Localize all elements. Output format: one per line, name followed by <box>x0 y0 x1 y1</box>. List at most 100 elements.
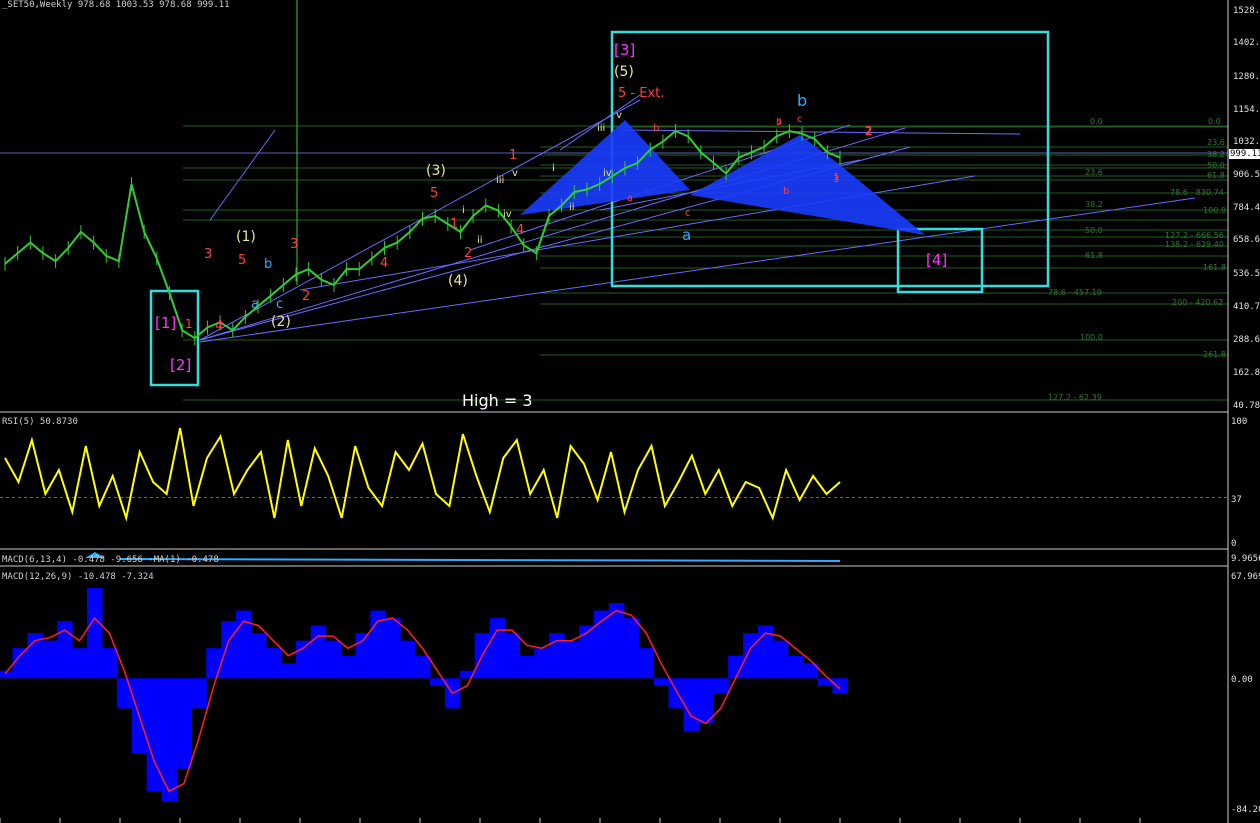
trend-line <box>209 129 276 221</box>
main-header: _SET50,Weekly 978.68 1003.53 978.68 999.… <box>2 0 230 10</box>
wave-label: [3] <box>614 41 635 59</box>
macd-bar <box>72 648 88 679</box>
fib-label: 127.2 - 666.56 <box>1165 231 1224 240</box>
fib-label: 23.6 <box>1085 168 1103 177</box>
wave-label: i <box>552 163 555 174</box>
fib-label: 261.8 <box>1203 350 1226 359</box>
macd-bar <box>310 625 327 679</box>
wave-label: i <box>462 205 465 216</box>
macd-bar <box>832 678 848 694</box>
wave-label: c <box>685 208 691 219</box>
fib-label: 161.8 <box>1203 263 1226 272</box>
price-line <box>4 129 841 340</box>
wave-label: (2) <box>271 314 291 330</box>
macd-bar <box>251 633 267 679</box>
current-price-box: 999.11 <box>1229 149 1260 159</box>
fib-label: 61.8 <box>1207 171 1225 180</box>
fib-label: 100.0 <box>1080 333 1103 342</box>
wave-label: 4 <box>516 223 524 238</box>
rsi-panel <box>0 427 1228 522</box>
macd-bar <box>265 648 282 679</box>
macd-bar <box>623 618 640 679</box>
wave-label: (4) <box>448 273 468 289</box>
wave-label: [4] <box>926 251 947 269</box>
fib-label: 138.2 - 629.40 <box>1165 240 1224 249</box>
macd-small-header: MACD(6,13,4) -0.478 -9.656 -MA(1) -0.478 <box>2 555 219 565</box>
wave-label: b <box>264 257 272 272</box>
fib-label: 200 - 420.62 <box>1172 298 1223 307</box>
wave-label: iv <box>503 209 512 220</box>
wave-label: a <box>682 226 691 244</box>
macd-bar <box>504 633 520 679</box>
wave-label: 3 <box>290 237 298 252</box>
macd-bar <box>42 640 58 679</box>
wave-label: 4 <box>215 319 223 334</box>
macd-bar <box>415 655 431 679</box>
fib-label: 0.0 <box>1090 117 1103 126</box>
wave-label: ii <box>477 235 483 246</box>
price-axis-label: 658.6 <box>1233 235 1260 245</box>
fib-label: 78.6 - 830.74 <box>1170 188 1224 197</box>
high-annotation: High = 3 <box>462 391 533 410</box>
macd-bar <box>325 640 341 679</box>
macd-bar <box>161 678 177 802</box>
chart-canvas: 0.0 0.023.623.638.250.061.878.6 - 830.743… <box>0 0 1229 823</box>
macd-bar <box>221 621 237 679</box>
wave-label: iii <box>496 175 504 186</box>
wave-label: [2] <box>170 356 191 374</box>
macd-bar <box>385 618 401 679</box>
wave-label: 3 <box>204 247 212 262</box>
rsi-axis-bottom: 0 <box>1231 539 1237 549</box>
wave-label: c <box>797 114 803 125</box>
wave-label: b <box>797 91 807 110</box>
price-axis-label: 784.4 <box>1233 203 1260 213</box>
macd-bar <box>743 633 759 679</box>
macd-small-axis: 9.9656 <box>1231 554 1260 564</box>
fib-label: 38.2 <box>1085 200 1103 209</box>
wave-label: 5 - Ext. <box>618 86 664 101</box>
macd-bar <box>519 655 535 679</box>
wave-label: (1) <box>236 229 256 245</box>
macd-axis-zero: 0.00 <box>1231 675 1253 685</box>
wave-label: 1 <box>833 172 839 183</box>
macd-header: MACD(12,26,9) -10.478 -7.324 <box>2 572 154 582</box>
price-axis-label: 40.78 <box>1233 401 1260 411</box>
macd-bar <box>400 640 416 679</box>
wave-label: b <box>783 186 789 197</box>
wave-label: a <box>627 193 633 204</box>
wave-label: 4 <box>380 256 388 271</box>
rsi-line <box>4 427 841 522</box>
macd-bar <box>653 678 670 686</box>
fib-label: 78.6 - 457.19 <box>1048 288 1102 297</box>
wave-label: iii <box>597 123 605 134</box>
fib-label: 0.0 <box>1208 117 1221 126</box>
rsi-header: RSI(5) 50.8730 <box>2 417 78 427</box>
wave-label: (3) <box>426 163 446 179</box>
macd-bar <box>787 655 804 679</box>
wave-label: b <box>653 123 659 134</box>
price-axis-label: 1528.1 <box>1233 6 1260 16</box>
macd-bar <box>191 678 207 709</box>
wave-label: 2 <box>464 246 472 261</box>
macd-bar <box>683 678 699 731</box>
macd-axis-bottom: -84.205 <box>1231 805 1260 815</box>
macd-bar <box>549 633 565 679</box>
wave-label: [1] <box>155 314 176 332</box>
rsi-axis-mid: 37 <box>1231 495 1242 505</box>
macd-axis-top: 67.969 <box>1231 572 1260 582</box>
macd-small-line <box>119 558 841 562</box>
price-axis-label: 1280.2 <box>1233 72 1260 82</box>
fib-label: 100.0 <box>1203 206 1226 215</box>
wave-label: v <box>616 110 622 121</box>
fib-label: 50.0 <box>1207 161 1225 170</box>
fib-label: 61.8 <box>1085 251 1103 260</box>
price-axis-label: 1402.3 <box>1233 38 1260 48</box>
macd-bar <box>101 648 118 679</box>
macd-bar <box>116 678 133 709</box>
macd-bar <box>146 678 163 792</box>
price-axis-label: 288.6 <box>1233 335 1260 345</box>
price-axis-label: 906.5 <box>1233 170 1260 180</box>
price-axis-label: 536.5 <box>1233 269 1260 279</box>
wave-label: 2 <box>302 289 310 304</box>
fib-label: 38.2 <box>1207 150 1225 159</box>
